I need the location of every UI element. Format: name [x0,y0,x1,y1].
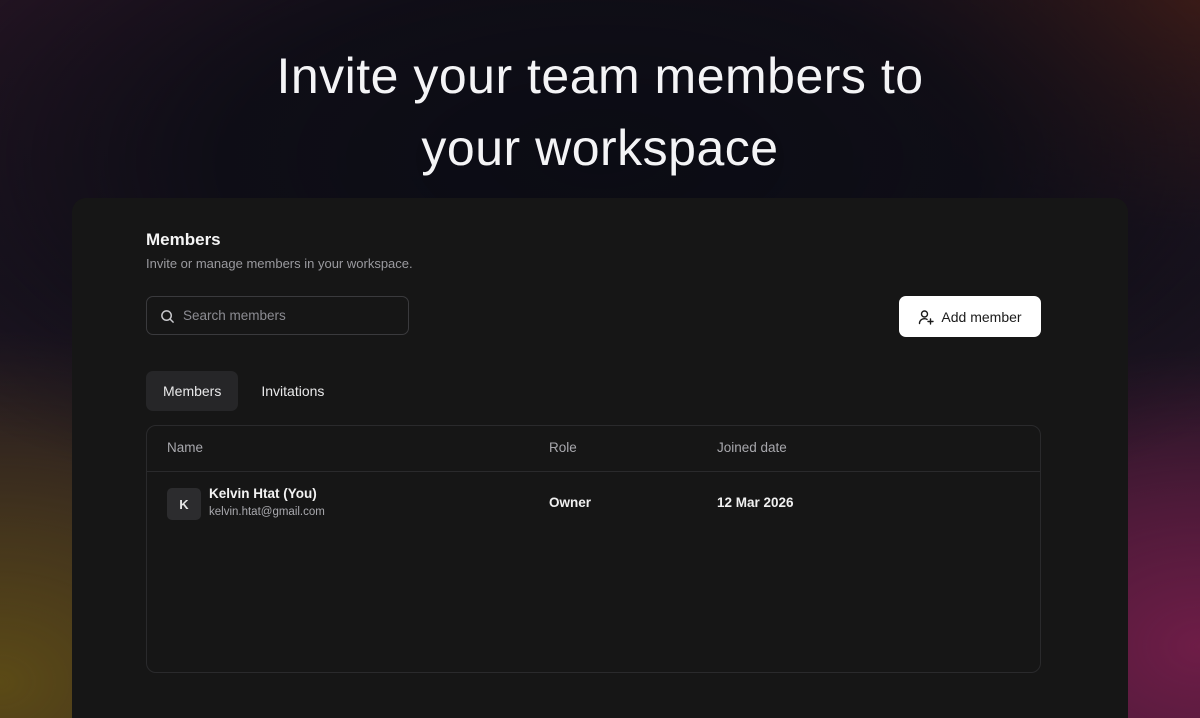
column-header-name[interactable]: Name [167,440,203,455]
hero-title-line-2: your workspace [421,120,779,176]
user-plus-icon [919,309,935,325]
members-panel: Members Invite or manage members in your… [72,198,1128,718]
table-row[interactable]: K Kelvin Htat (You) kelvin.htat@gmail.co… [147,472,1040,536]
add-member-button[interactable]: Add member [899,296,1041,337]
search-box[interactable] [146,296,409,335]
tab-members[interactable]: Members [146,371,239,411]
column-header-role[interactable]: Role [549,440,577,455]
member-joined-date: 12 Mar 2026 [717,495,794,510]
tab-invitations[interactable]: Invitations [244,371,341,411]
table-header: Name Role Joined date [147,426,1040,472]
tab-invitations-label: Invitations [261,383,325,399]
avatar: K [167,488,201,520]
hero-title: Invite your team members to your workspa… [0,40,1200,184]
panel-subtitle: Invite or manage members in your workspa… [146,256,413,271]
member-email: kelvin.htat@gmail.com [209,506,325,518]
tab-bar: Members Invitations [146,371,341,411]
members-table: Name Role Joined date K Kelvin Htat (You… [146,425,1041,673]
member-name: Kelvin Htat (You) [209,486,317,501]
panel-title: Members [146,230,221,249]
hero-title-line-1: Invite your team members to [276,48,924,104]
add-member-label: Add member [941,308,1022,325]
search-icon [161,310,174,323]
member-role: Owner [549,495,592,510]
search-input[interactable] [183,297,398,334]
column-header-joined-date[interactable]: Joined date [717,440,787,455]
tab-members-label: Members [163,383,222,399]
